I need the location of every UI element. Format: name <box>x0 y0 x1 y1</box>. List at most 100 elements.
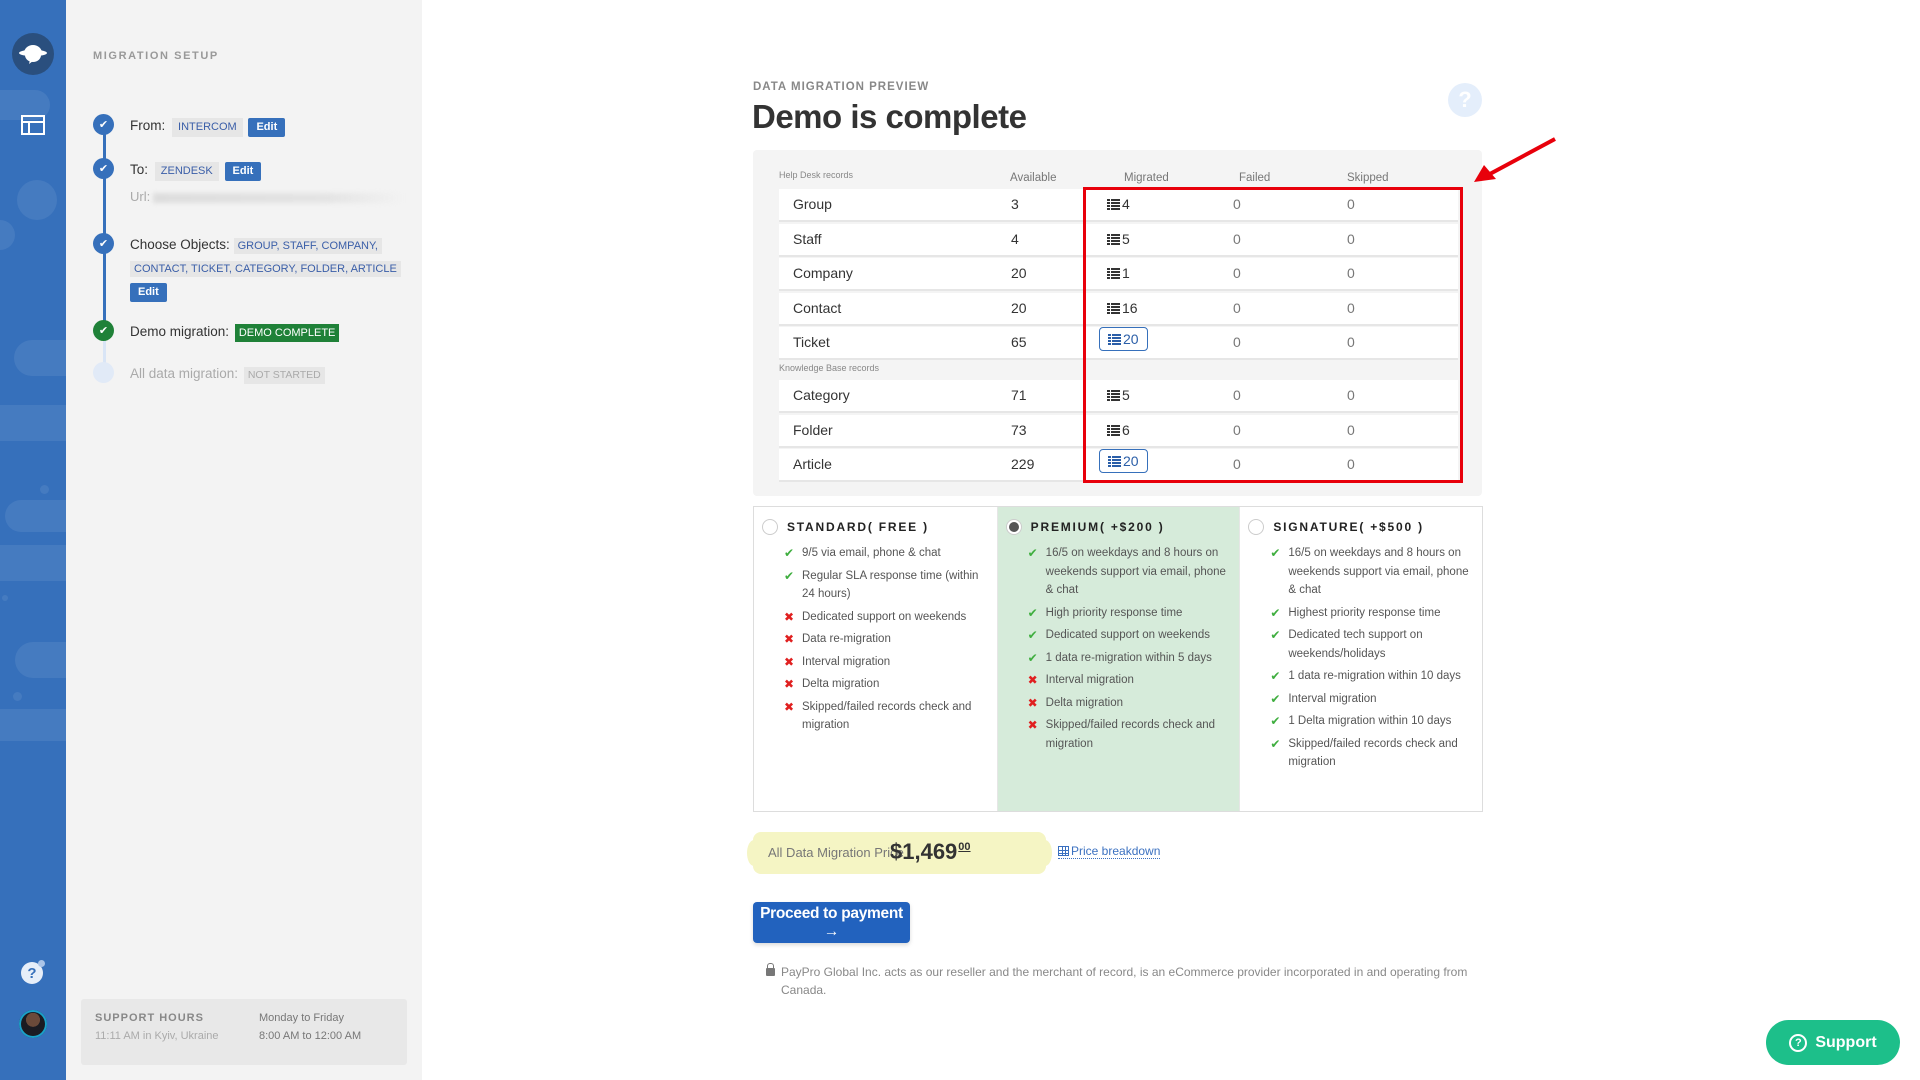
skipped-count: 0 <box>1347 299 1355 316</box>
migrated-cell: 4 <box>1107 189 1130 220</box>
plan-feature-text: Data re-migration <box>802 633 891 645</box>
available-count: 229 <box>1011 456 1035 472</box>
plan-feature-text: 1 data re-migration within 10 days <box>1288 670 1461 682</box>
migrated-cell: 5 <box>1107 224 1130 255</box>
plan-feature-text: Skipped/failed records check and migrati… <box>802 700 972 732</box>
plan-feature: ✔ Skipped/failed records check and migrat… <box>1270 735 1472 772</box>
list-icon <box>1108 333 1121 345</box>
full-migration-status-badge: NOT STARTED <box>243 367 325 384</box>
record-type: Ticket <box>793 334 830 350</box>
plan-feature: ✔ 16/5 on weekdays and 8 hours on weekend… <box>1270 544 1472 600</box>
list-icon[interactable] <box>1107 424 1120 436</box>
cross-icon: ✖ <box>784 654 795 669</box>
plan-option[interactable]: SIGNATURE( +$500 ) ✔ 16/5 on weekdays and … <box>1239 507 1482 811</box>
demo-status-badge: DEMO COMPLETE <box>234 324 340 342</box>
plan-feature: ✖ Data re-migration <box>784 630 987 649</box>
section-label-kb: Knowledge Base records <box>779 363 880 373</box>
skipped-count: 0 <box>1347 230 1355 247</box>
layout-icon[interactable] <box>21 115 45 135</box>
list-icon[interactable] <box>1107 390 1120 401</box>
cross-icon: ✖ <box>784 677 795 691</box>
check-icon: ✔ <box>1270 714 1281 728</box>
plan-header[interactable]: STANDARD( FREE ) <box>754 519 997 535</box>
proceed-to-payment-button[interactable]: Proceed to payment → <box>753 902 910 943</box>
plan-title: PREMIUM( +$200 ) <box>1030 520 1165 534</box>
record-type: Staff <box>793 230 822 247</box>
plan-feature: ✖ Delta migration <box>1028 694 1230 713</box>
table-row: Contact 20 16 0 0 <box>779 292 1458 324</box>
migrated-count: 20 <box>1123 330 1139 347</box>
plan-feature-text: Skipped/failed records check and migrati… <box>1045 719 1216 750</box>
list-icon <box>1108 455 1121 467</box>
plan-feature-text: High priority response time <box>1045 606 1183 619</box>
plan-feature: ✔ 16/5 on weekdays and 8 hours on weekend… <box>1028 544 1230 600</box>
view-migrated-records-button[interactable]: 20 <box>1099 449 1148 473</box>
check-icon: ✔ <box>1270 605 1281 620</box>
plan-selector: STANDARD( FREE ) ✔ 9/5 via email, phone & … <box>753 506 1483 812</box>
plan-feature-text: Dedicated tech support on weekends/holid… <box>1288 629 1423 660</box>
edit-target-button[interactable]: Edit <box>224 162 262 181</box>
url-label: Url: <box>130 189 151 204</box>
plan-feature: ✔ 1 data re-migration within 5 days <box>1028 649 1230 668</box>
support-days: Monday to Friday <box>259 1012 344 1024</box>
migrated-count: 5 <box>1122 387 1130 403</box>
left-rail: ? <box>0 0 66 1080</box>
column-header-available: Available <box>1010 172 1057 184</box>
migrated-cell: 20 <box>1099 327 1148 351</box>
migrated-count: 5 <box>1122 230 1130 247</box>
support-chat-button[interactable]: ? Support <box>1766 1020 1900 1065</box>
list-icon[interactable] <box>1107 302 1120 314</box>
plan-feature-text: Delta migration <box>1045 696 1124 709</box>
available-count: 65 <box>1011 334 1027 350</box>
app-logo[interactable] <box>12 33 54 75</box>
plan-feature: ✔ 1 Delta migration within 10 days <box>1270 712 1472 731</box>
list-icon[interactable] <box>1107 268 1120 279</box>
plan-radio[interactable] <box>1005 519 1022 535</box>
record-type: Contact <box>793 299 842 316</box>
skipped-count: 0 <box>1347 387 1355 403</box>
plan-feature-text: 9/5 via email, phone & chat <box>802 547 941 559</box>
pending-dot-icon <box>93 362 114 383</box>
plan-radio[interactable] <box>1248 519 1265 535</box>
migrated-count: 16 <box>1122 299 1138 316</box>
plan-header[interactable]: PREMIUM( +$200 ) <box>998 519 1240 535</box>
migrated-count: 4 <box>1122 196 1130 212</box>
migrated-cell: 5 <box>1107 380 1130 411</box>
edit-source-button[interactable]: Edit <box>248 118 286 137</box>
failed-count: 0 <box>1233 421 1241 438</box>
plan-feature-text: Delta migration <box>802 678 880 690</box>
plan-option[interactable]: STANDARD( FREE ) ✔ 9/5 via email, phone & … <box>754 507 997 811</box>
plan-feature: ✖ Skipped/failed records check and migrat… <box>1028 716 1230 753</box>
check-icon: ✔ <box>1270 691 1281 706</box>
list-icon[interactable] <box>1107 233 1120 245</box>
eyebrow: DATA MIGRATION PREVIEW <box>753 81 930 93</box>
edit-objects-button[interactable]: Edit <box>130 283 167 302</box>
plan-option[interactable]: PREMIUM( +$200 ) ✔ 16/5 on weekdays and 8 … <box>996 507 1240 811</box>
list-icon[interactable] <box>1107 199 1120 210</box>
migrated-count: 6 <box>1122 421 1130 438</box>
help-icon[interactable]: ? <box>1448 83 1482 117</box>
migrated-cell: 1 <box>1107 258 1130 289</box>
skipped-count: 0 <box>1347 265 1355 281</box>
table-row: Article 229 20 0 0 <box>779 449 1458 480</box>
view-migrated-records-button[interactable]: 20 <box>1099 327 1148 351</box>
skipped-count: 0 <box>1347 421 1355 438</box>
failed-count: 0 <box>1233 230 1241 247</box>
migrated-cell: 16 <box>1107 293 1138 324</box>
plan-feature-text: Regular SLA response time (within 24 hou… <box>802 569 979 601</box>
plan-header[interactable]: SIGNATURE( +$500 ) <box>1240 519 1482 535</box>
user-avatar[interactable] <box>19 1010 47 1038</box>
main-content: DATA MIGRATION PREVIEW Demo is complete … <box>422 0 1920 1080</box>
step-label: Choose Objects: <box>130 237 230 252</box>
cross-icon: ✖ <box>784 632 795 646</box>
cross-icon: ✖ <box>784 609 795 624</box>
plan-radio[interactable] <box>762 519 778 535</box>
objects-tag: GROUP, STAFF, COMPANY, <box>233 238 382 254</box>
price-breakdown-link[interactable]: Price breakdown <box>1058 844 1161 859</box>
plan-features: ✔ 9/5 via email, phone & chat ✔ Regular SLA… <box>754 544 997 735</box>
record-type: Category <box>793 387 850 403</box>
check-icon: ✔ <box>1027 650 1038 665</box>
price-cents: 00 <box>958 841 971 853</box>
plan-feature-text: Skipped/failed records check and migrati… <box>1288 737 1458 769</box>
cross-icon: ✖ <box>1027 718 1038 732</box>
